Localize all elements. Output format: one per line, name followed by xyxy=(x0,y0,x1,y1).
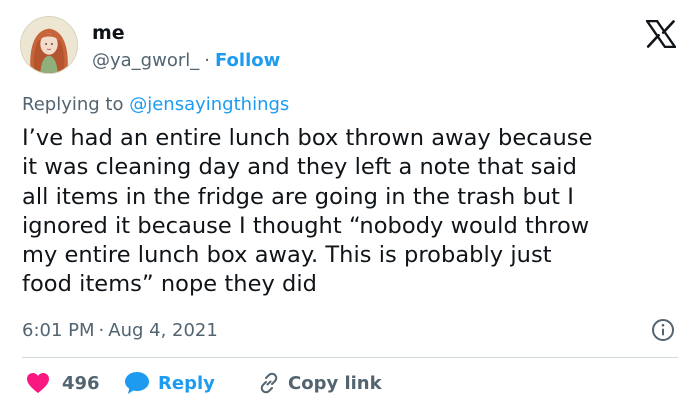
reply-button[interactable]: Reply xyxy=(124,370,215,396)
replying-prefix: Replying to xyxy=(22,94,124,115)
handle-row: @ya_gworl_ · Follow xyxy=(92,50,280,71)
x-logo-icon[interactable] xyxy=(646,20,676,48)
like-button[interactable]: 496 xyxy=(26,370,100,396)
tweet-text-line: all items in the fridge are going in the… xyxy=(22,183,574,210)
link-icon xyxy=(260,372,278,394)
tweet-text-line: ignored it because I thought “nobody wou… xyxy=(22,212,590,239)
tweet-date: Aug 4, 2021 xyxy=(108,320,218,341)
tweet-text-line: it was cleaning day and they left a note… xyxy=(22,154,577,181)
tweet-text: I’ve had an entire lunch box thrown away… xyxy=(22,124,682,300)
separator-dot: · xyxy=(204,50,210,71)
display-name[interactable]: me xyxy=(92,22,125,44)
like-count: 496 xyxy=(62,372,100,394)
replying-to: Replying to @jensayingthings xyxy=(22,94,289,115)
tweet-text-line: I’ve had an entire lunch box thrown away… xyxy=(22,125,593,151)
tweet-text-line: my entire lunch box away. This is probab… xyxy=(22,242,552,269)
tweet-text-line: food items” nope they did xyxy=(22,271,318,298)
follow-button[interactable]: Follow xyxy=(215,50,280,71)
tweet-timestamp[interactable]: 6:01 PM · Aug 4, 2021 xyxy=(22,320,218,341)
copy-link-label: Copy link xyxy=(288,372,382,394)
user-handle[interactable]: @ya_gworl_ xyxy=(92,50,199,71)
heart-icon xyxy=(27,373,49,393)
reply-label: Reply xyxy=(158,372,215,394)
copy-link-button[interactable]: Copy link xyxy=(258,370,382,396)
avatar-illustration xyxy=(21,17,77,73)
divider xyxy=(22,357,678,358)
separator-dot: · xyxy=(98,320,105,341)
avatar[interactable] xyxy=(20,16,78,74)
tweet-time: 6:01 PM xyxy=(22,320,95,341)
reply-bubble-icon xyxy=(125,372,149,394)
replying-to-mention[interactable]: @jensayingthings xyxy=(129,94,289,115)
info-icon[interactable] xyxy=(651,318,675,342)
